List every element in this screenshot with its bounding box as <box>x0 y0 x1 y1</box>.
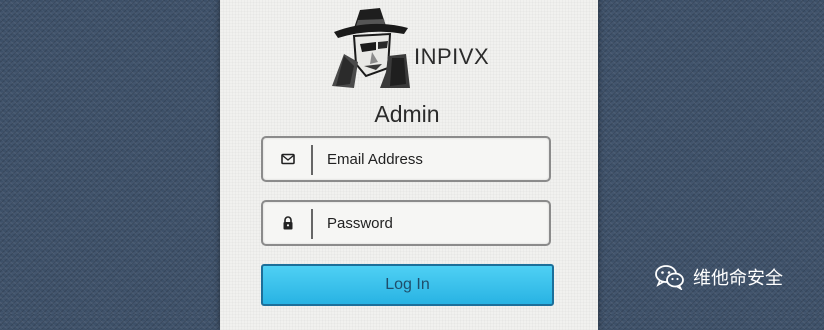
password-field[interactable] <box>261 200 551 246</box>
page-title: Admin <box>374 101 440 127</box>
spy-logo-icon <box>332 8 410 88</box>
field-divider <box>311 145 313 175</box>
email-field[interactable] <box>261 136 551 182</box>
field-divider <box>311 209 313 239</box>
email-input[interactable] <box>327 146 537 172</box>
brand-name: INPIVX <box>414 44 490 69</box>
watermark-text: 维他命安全 <box>693 268 783 289</box>
login-button[interactable]: Log In <box>261 264 554 306</box>
wechat-icon <box>655 265 684 290</box>
password-input[interactable] <box>327 210 537 236</box>
lock-icon <box>283 216 293 230</box>
watermark: 维他命安全 <box>655 263 783 291</box>
envelope-icon <box>281 153 295 165</box>
